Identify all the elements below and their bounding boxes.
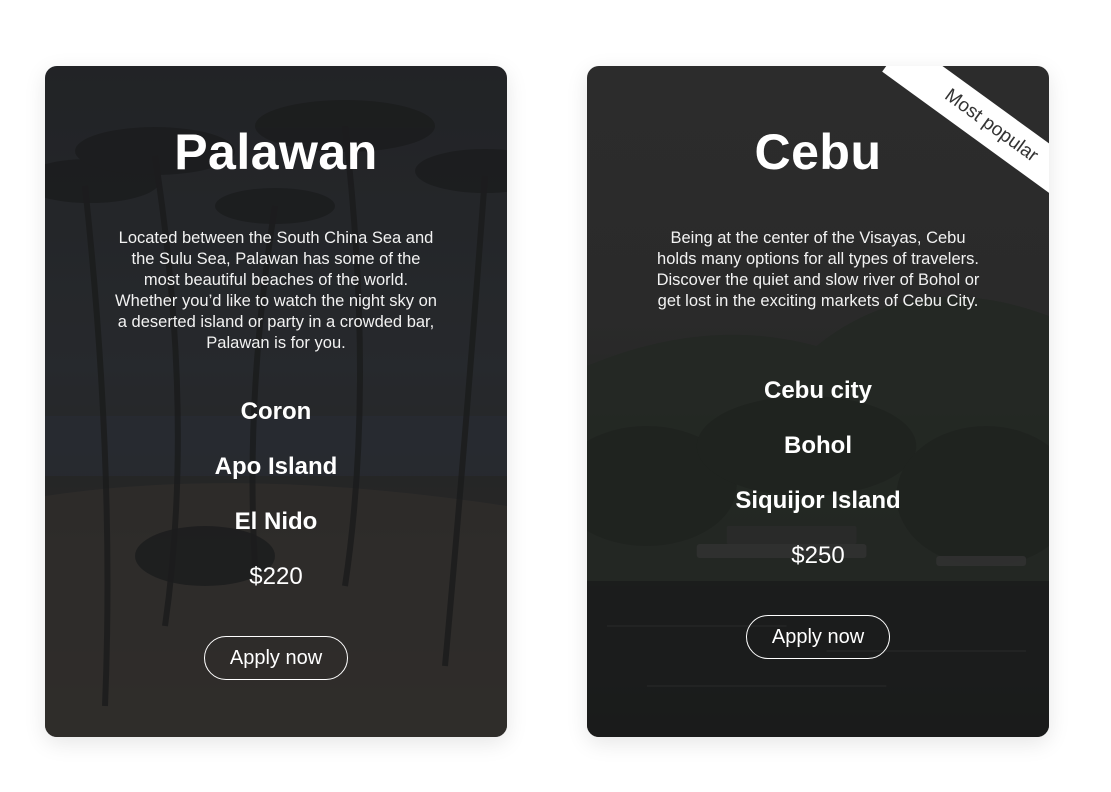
cebu-card: Most popular Cebu Being at the center of… <box>587 66 1049 737</box>
palawan-destination-coron: Coron <box>240 398 312 425</box>
palawan-description: Located between the South China Sea and … <box>115 229 437 352</box>
palawan-price: $220 <box>249 563 303 590</box>
cebu-destination-bohol: Bohol <box>784 432 852 459</box>
palawan-card: Palawan Located between the South China … <box>45 66 507 737</box>
cebu-price: $250 <box>791 542 845 569</box>
palawan-apply-button[interactable]: Apply now <box>204 636 348 680</box>
cebu-destination-siquijor-island: Siquijor Island <box>735 487 901 514</box>
most-popular-badge: Most popular <box>882 66 1049 213</box>
cebu-apply-button[interactable]: Apply now <box>746 615 890 659</box>
palawan-destination-el-nido: El Nido <box>234 508 318 535</box>
palawan-content: Palawan Located between the South China … <box>45 66 507 737</box>
cebu-destination-cebu-city: Cebu city <box>763 377 873 404</box>
palawan-destination-apo-island: Apo Island <box>214 453 338 480</box>
page: Palawan Located between the South China … <box>0 0 1111 792</box>
palawan-title: Palawan <box>174 124 378 180</box>
most-popular-ribbon: Most popular <box>859 66 1049 256</box>
